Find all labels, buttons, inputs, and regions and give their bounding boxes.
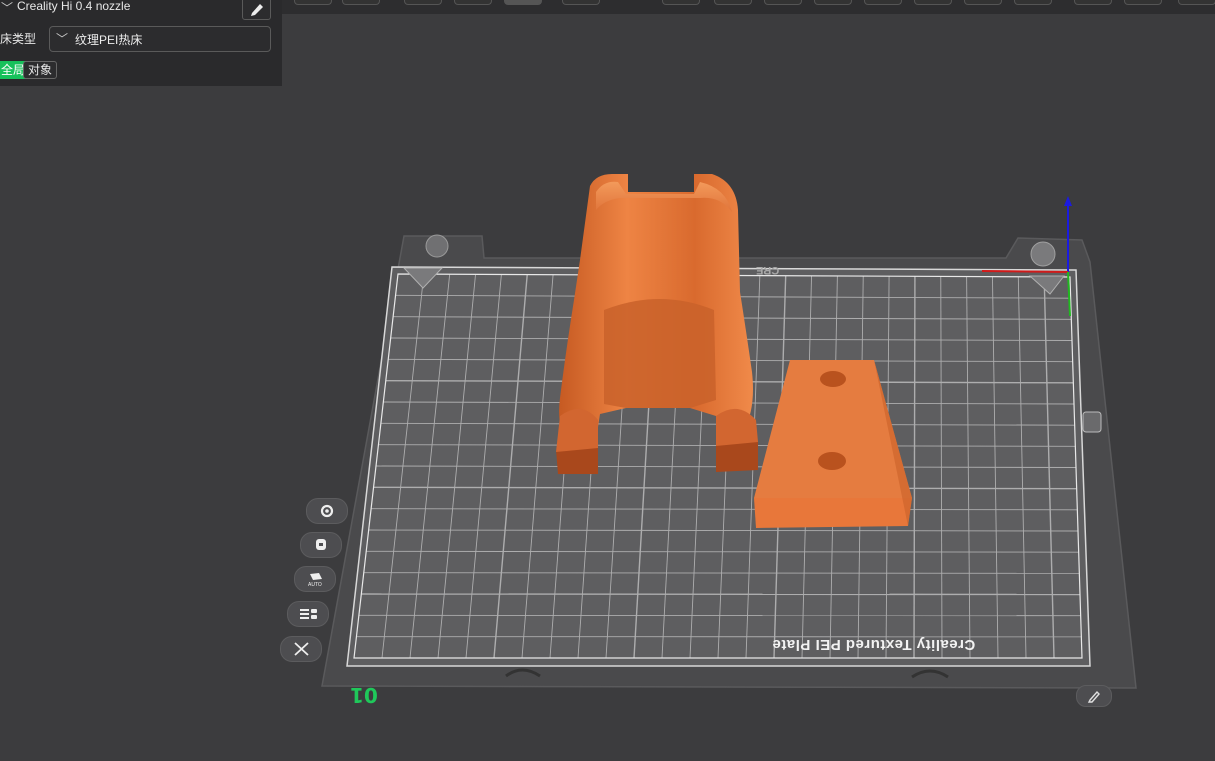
tab-object[interactable]: 对象 <box>23 61 58 79</box>
printer-name: Creality Hi 0.4 nozzle <box>17 0 131 13</box>
chevron-down-icon: ﹀ <box>56 32 69 46</box>
gear-icon <box>320 504 334 518</box>
svg-text:AUTO: AUTO <box>308 582 322 588</box>
printer-selector[interactable]: ﹀ Creality Hi 0.4 nozzle <box>0 0 240 16</box>
plate-settings-button[interactable] <box>306 498 348 524</box>
plate-edit-button[interactable] <box>1076 685 1112 707</box>
layers-button[interactable] <box>287 601 329 627</box>
auto-orient-button[interactable]: AUTO <box>294 566 336 592</box>
bed-type-label: 热床类型 <box>0 32 37 46</box>
bed-type-value: 纹理PEI热床 <box>75 33 143 47</box>
auto-orient-icon: AUTO <box>308 573 322 588</box>
plate-label: Creality Textured PEI Plate <box>772 636 976 653</box>
edit-printer-button[interactable] <box>242 0 271 20</box>
arrange-icon <box>316 539 326 550</box>
pencil-icon <box>251 4 263 16</box>
chevron-down-icon: ﹀ <box>1 1 14 15</box>
bed-type-select[interactable]: ﹀ 纹理PEI热床 <box>49 26 271 52</box>
close-plate-button[interactable] <box>280 636 322 662</box>
layers-icon <box>300 609 317 619</box>
arrange-button[interactable] <box>300 532 342 558</box>
pencil-icon <box>1087 690 1100 703</box>
viewport-3d[interactable] <box>0 0 1215 761</box>
plate-brand-text: CRE <box>756 264 780 276</box>
close-icon <box>294 642 309 656</box>
settings-panel: ﹀ Creality Hi 0.4 nozzle 热床类型 ﹀ 纹理PEI热床 … <box>0 0 282 86</box>
plate-number[interactable]: 01 <box>350 683 378 707</box>
